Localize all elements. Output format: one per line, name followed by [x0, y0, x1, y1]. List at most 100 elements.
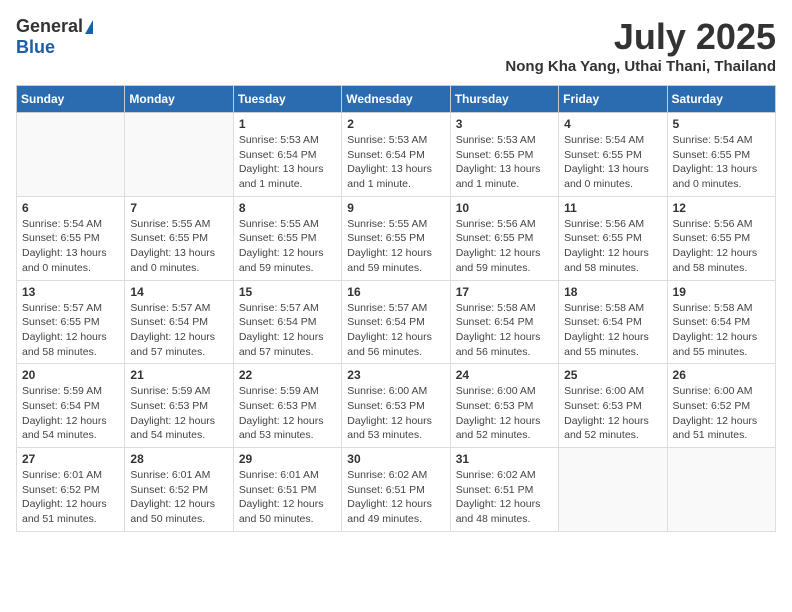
header: General Blue July 2025 Nong Kha Yang, Ut… — [16, 16, 776, 75]
day-info: Sunrise: 5:56 AM Sunset: 6:55 PM Dayligh… — [456, 217, 553, 276]
calendar-day-cell: 21 Sunrise: 5:59 AM Sunset: 6:53 PM Dayli… — [125, 364, 233, 448]
day-of-week-header: Thursday — [450, 86, 558, 113]
calendar-week-row: 6 Sunrise: 5:54 AM Sunset: 6:55 PM Daylig… — [17, 196, 776, 280]
calendar-header-row: SundayMondayTuesdayWednesdayThursdayFrid… — [17, 86, 776, 113]
day-number: 8 — [239, 201, 336, 215]
calendar-day-cell: 18 Sunrise: 5:58 AM Sunset: 6:54 PM Dayli… — [559, 280, 667, 364]
day-info: Sunrise: 5:55 AM Sunset: 6:55 PM Dayligh… — [239, 217, 336, 276]
day-of-week-header: Wednesday — [342, 86, 450, 113]
title-area: July 2025 Nong Kha Yang, Uthai Thani, Th… — [505, 16, 776, 75]
logo: General Blue — [16, 16, 93, 58]
calendar-day-cell: 5 Sunrise: 5:54 AM Sunset: 6:55 PM Daylig… — [667, 113, 775, 197]
calendar-week-row: 20 Sunrise: 5:59 AM Sunset: 6:54 PM Dayli… — [17, 364, 776, 448]
day-info: Sunrise: 5:59 AM Sunset: 6:53 PM Dayligh… — [239, 384, 336, 443]
day-number: 12 — [673, 201, 770, 215]
calendar-day-cell: 3 Sunrise: 5:53 AM Sunset: 6:55 PM Daylig… — [450, 113, 558, 197]
logo-blue-text: Blue — [16, 37, 55, 58]
day-number: 13 — [22, 285, 119, 299]
day-number: 25 — [564, 368, 661, 382]
day-number: 22 — [239, 368, 336, 382]
day-number: 20 — [22, 368, 119, 382]
day-number: 31 — [456, 452, 553, 466]
day-of-week-header: Tuesday — [233, 86, 341, 113]
calendar-day-cell — [125, 113, 233, 197]
calendar-day-cell: 31 Sunrise: 6:02 AM Sunset: 6:51 PM Dayli… — [450, 448, 558, 532]
calendar-day-cell: 16Sunrise: 5:57 AM Sunset: 6:54 PM Dayli… — [342, 280, 450, 364]
calendar-day-cell — [559, 448, 667, 532]
calendar-day-cell: 15 Sunrise: 5:57 AM Sunset: 6:54 PM Dayli… — [233, 280, 341, 364]
calendar-day-cell: 9 Sunrise: 5:55 AM Sunset: 6:55 PM Daylig… — [342, 196, 450, 280]
calendar-day-cell: 25 Sunrise: 6:00 AM Sunset: 6:53 PM Dayli… — [559, 364, 667, 448]
day-info: Sunrise: 6:00 AM Sunset: 6:53 PM Dayligh… — [456, 384, 553, 443]
day-number: 15 — [239, 285, 336, 299]
day-info: Sunrise: 5:56 AM Sunset: 6:55 PM Dayligh… — [673, 217, 770, 276]
calendar-day-cell: 22 Sunrise: 5:59 AM Sunset: 6:53 PM Dayli… — [233, 364, 341, 448]
day-info: Sunrise: 6:00 AM Sunset: 6:52 PM Dayligh… — [673, 384, 770, 443]
day-number: 6 — [22, 201, 119, 215]
day-number: 3 — [456, 117, 553, 131]
day-info: Sunrise: 6:02 AM Sunset: 6:51 PM Dayligh… — [456, 468, 553, 527]
day-info: Sunrise: 5:54 AM Sunset: 6:55 PM Dayligh… — [22, 217, 119, 276]
day-info: Sunrise: 5:57 AM Sunset: 6:55 PM Dayligh… — [22, 301, 119, 360]
calendar-day-cell: 20 Sunrise: 5:59 AM Sunset: 6:54 PM Dayli… — [17, 364, 125, 448]
calendar-week-row: 27 Sunrise: 6:01 AM Sunset: 6:52 PM Dayli… — [17, 448, 776, 532]
calendar-day-cell: 14Sunrise: 5:57 AM Sunset: 6:54 PM Dayli… — [125, 280, 233, 364]
day-number: 23 — [347, 368, 444, 382]
day-number: 1 — [239, 117, 336, 131]
day-info: Sunrise: 5:54 AM Sunset: 6:55 PM Dayligh… — [673, 133, 770, 192]
calendar-week-row: 1 Sunrise: 5:53 AM Sunset: 6:54 PM Daylig… — [17, 113, 776, 197]
day-info: Sunrise: 6:00 AM Sunset: 6:53 PM Dayligh… — [564, 384, 661, 443]
logo-general-text: General — [16, 16, 83, 37]
day-number: 26 — [673, 368, 770, 382]
day-number: 27 — [22, 452, 119, 466]
calendar-day-cell: 7Sunrise: 5:55 AM Sunset: 6:55 PM Daylig… — [125, 196, 233, 280]
calendar-day-cell — [667, 448, 775, 532]
day-number: 4 — [564, 117, 661, 131]
day-number: 17 — [456, 285, 553, 299]
calendar-day-cell: 10 Sunrise: 5:56 AM Sunset: 6:55 PM Dayli… — [450, 196, 558, 280]
day-info: Sunrise: 5:57 AM Sunset: 6:54 PM Dayligh… — [347, 301, 444, 360]
day-info: Sunrise: 5:59 AM Sunset: 6:54 PM Dayligh… — [22, 384, 119, 443]
day-info: Sunrise: 5:59 AM Sunset: 6:53 PM Dayligh… — [130, 384, 227, 443]
calendar: SundayMondayTuesdayWednesdayThursdayFrid… — [16, 85, 776, 532]
day-info: Sunrise: 5:58 AM Sunset: 6:54 PM Dayligh… — [673, 301, 770, 360]
day-number: 24 — [456, 368, 553, 382]
day-of-week-header: Saturday — [667, 86, 775, 113]
day-info: Sunrise: 5:57 AM Sunset: 6:54 PM Dayligh… — [239, 301, 336, 360]
day-info: Sunrise: 6:01 AM Sunset: 6:52 PM Dayligh… — [130, 468, 227, 527]
day-info: Sunrise: 5:53 AM Sunset: 6:54 PM Dayligh… — [347, 133, 444, 192]
calendar-day-cell: 27 Sunrise: 6:01 AM Sunset: 6:52 PM Dayli… — [17, 448, 125, 532]
day-info: Sunrise: 5:53 AM Sunset: 6:55 PM Dayligh… — [456, 133, 553, 192]
day-number: 2 — [347, 117, 444, 131]
calendar-day-cell: 2 Sunrise: 5:53 AM Sunset: 6:54 PM Daylig… — [342, 113, 450, 197]
day-number: 10 — [456, 201, 553, 215]
day-number: 14 — [130, 285, 227, 299]
day-of-week-header: Monday — [125, 86, 233, 113]
day-info: Sunrise: 5:58 AM Sunset: 6:54 PM Dayligh… — [564, 301, 661, 360]
day-info: Sunrise: 5:55 AM Sunset: 6:55 PM Dayligh… — [347, 217, 444, 276]
day-of-week-header: Sunday — [17, 86, 125, 113]
calendar-day-cell: 26 Sunrise: 6:00 AM Sunset: 6:52 PM Dayli… — [667, 364, 775, 448]
day-number: 29 — [239, 452, 336, 466]
calendar-day-cell: 19 Sunrise: 5:58 AM Sunset: 6:54 PM Dayli… — [667, 280, 775, 364]
day-number: 9 — [347, 201, 444, 215]
calendar-day-cell: 8 Sunrise: 5:55 AM Sunset: 6:55 PM Daylig… — [233, 196, 341, 280]
day-info: Sunrise: 5:58 AM Sunset: 6:54 PM Dayligh… — [456, 301, 553, 360]
day-number: 30 — [347, 452, 444, 466]
calendar-day-cell: 13 Sunrise: 5:57 AM Sunset: 6:55 PM Dayli… — [17, 280, 125, 364]
calendar-day-cell: 6 Sunrise: 5:54 AM Sunset: 6:55 PM Daylig… — [17, 196, 125, 280]
day-info: Sunrise: 6:01 AM Sunset: 6:51 PM Dayligh… — [239, 468, 336, 527]
day-info: Sunrise: 5:56 AM Sunset: 6:55 PM Dayligh… — [564, 217, 661, 276]
day-number: 28 — [130, 452, 227, 466]
day-info: Sunrise: 6:01 AM Sunset: 6:52 PM Dayligh… — [22, 468, 119, 527]
month-title: July 2025 — [505, 16, 776, 58]
day-number: 18 — [564, 285, 661, 299]
day-number: 5 — [673, 117, 770, 131]
calendar-day-cell: 30Sunrise: 6:02 AM Sunset: 6:51 PM Dayli… — [342, 448, 450, 532]
logo-triangle-icon — [85, 20, 93, 34]
calendar-day-cell: 29 Sunrise: 6:01 AM Sunset: 6:51 PM Dayli… — [233, 448, 341, 532]
day-number: 19 — [673, 285, 770, 299]
calendar-day-cell: 1Sunrise: 5:53 AM Sunset: 6:54 PM Daylig… — [233, 113, 341, 197]
day-number: 21 — [130, 368, 227, 382]
day-info: Sunrise: 5:55 AM Sunset: 6:55 PM Dayligh… — [130, 217, 227, 276]
